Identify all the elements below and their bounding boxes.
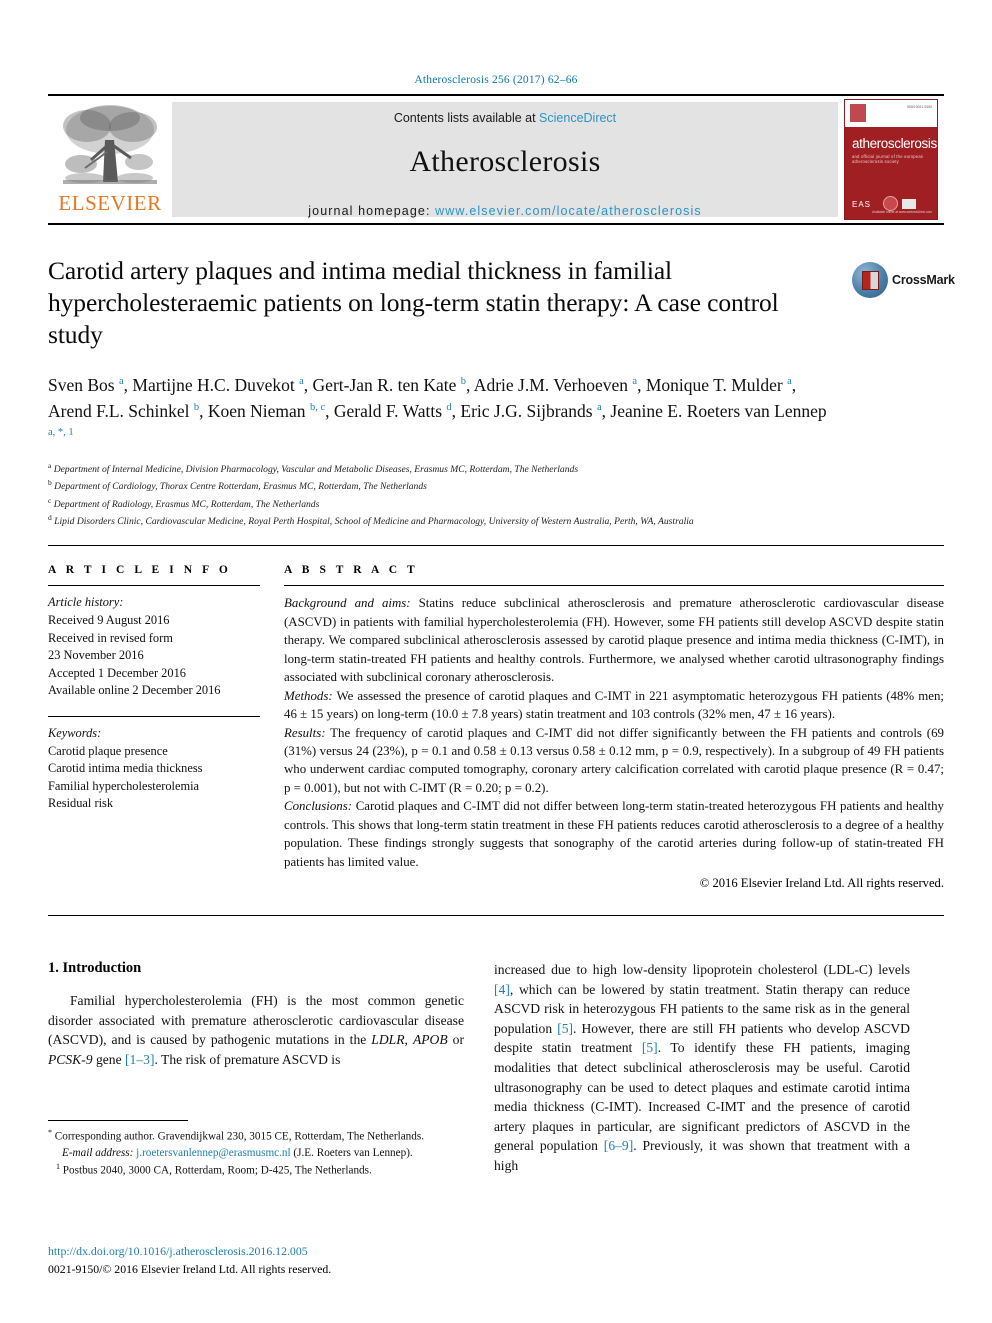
abstract-rule — [284, 585, 944, 587]
affiliation-text: Lipid Disorders Clinic, Cardiovascular M… — [54, 516, 694, 528]
article-history-label: Article history: — [48, 595, 124, 610]
elsevier-logo: ELSEVIER — [48, 96, 172, 223]
issn-copyright-line: 0021-9150/© 2016 Elsevier Ireland Ltd. A… — [48, 1261, 332, 1276]
abstract-section-text: Carotid plaques and C-IMT did not differ… — [284, 799, 944, 869]
crossmark-label: CrossMark — [892, 273, 955, 287]
affiliation-item: a Department of Internal Medicine, Divis… — [48, 460, 878, 477]
journal-title: Atherosclerosis — [409, 145, 601, 178]
elsevier-wordmark: ELSEVIER — [58, 191, 162, 215]
paper-page: Atherosclerosis 256 (2017) 62–66 ELSEVIE… — [0, 0, 992, 1323]
cover-society-label: EAS — [852, 200, 872, 209]
introduction-paragraph-right: increased due to high low-density lipopr… — [494, 962, 911, 1173]
footnote-rule — [48, 1120, 188, 1121]
abstract-section: Methods: We assessed the presence of car… — [284, 687, 944, 724]
abstract-section-label: Methods: — [284, 688, 333, 703]
cover-issn: ISSN 0021-9150 — [906, 105, 932, 109]
affiliation-marker: b — [48, 478, 52, 488]
abstract-section-text: We assessed the presence of carotid plaq… — [284, 688, 944, 722]
history-item: Received 9 August 2016 — [48, 613, 170, 627]
journal-cover-block: ISSN 0021-9150 atherosclerosis and offic… — [838, 96, 944, 223]
abstract-section-text: The frequency of carotid plaques and C-I… — [284, 725, 944, 795]
affiliation-marker: a — [48, 461, 52, 471]
title-area: Carotid artery plaques and intima medial… — [48, 255, 955, 351]
crossmark-circle-icon — [852, 262, 888, 298]
keywords-block: Keywords: Carotid plaque presence Caroti… — [48, 725, 260, 813]
journal-masthead: ELSEVIER Contents lists available at Sci… — [48, 94, 944, 225]
affiliation-item: b Department of Cardiology, Thorax Centr… — [48, 477, 878, 494]
cover-badge-icon — [902, 199, 916, 209]
introduction-heading: 1. Introduction — [48, 960, 142, 977]
corresponding-author-note: * Corresponding author. Gravendijkwal 23… — [48, 1128, 425, 1143]
affiliation-item: c Department of Radiology, Erasmus MC, R… — [48, 495, 878, 512]
doi-link[interactable]: http://dx.doi.org/10.1016/j.atherosclero… — [48, 1243, 508, 1261]
history-item: 23 November 2016 — [48, 648, 144, 663]
sciencedirect-link[interactable]: ScienceDirect — [539, 111, 616, 125]
history-item: Available online 2 December 2016 — [48, 683, 221, 698]
crossmark-badge[interactable]: CrossMark — [852, 257, 955, 303]
article-info-rule — [48, 585, 260, 587]
abstract-body: Background and aims: Statins reduce subc… — [284, 594, 944, 871]
abstract-section-label: Background and aims: — [284, 596, 411, 611]
article-history-block: Article history: Received 9 August 2016 … — [48, 594, 260, 700]
abstract-column: A B S T R A C T Background and aims: Sta… — [284, 564, 944, 891]
cover-footer: Available online at www.sciencedirect.co… — [872, 210, 932, 214]
info-section-bottom-rule — [48, 915, 944, 917]
keywords-rule — [48, 716, 260, 718]
affiliation-item: d Lipid Disorders Clinic, Cardiovascular… — [48, 512, 878, 529]
journal-cover-thumbnail: ISSN 0021-9150 atherosclerosis and offic… — [844, 99, 938, 220]
keyword-item: Familial hypercholesterolemia — [48, 778, 200, 793]
elsevier-tree-icon — [63, 105, 157, 184]
keyword-item: Residual risk — [48, 796, 114, 811]
introduction-paragraph-left: Familial hypercholesterolemia (FH) is th… — [48, 993, 464, 1067]
affiliation-text: Department of Internal Medicine, Divisio… — [53, 464, 579, 476]
abstract-copyright: © 2016 Elsevier Ireland Ltd. All rights … — [699, 876, 944, 891]
abstract-section-label: Results: — [284, 725, 326, 740]
contents-prefix: Contents lists available at — [393, 111, 540, 125]
affiliation-text: Department of Radiology, Erasmus MC, Rot… — [53, 498, 320, 510]
author-list: Sven Bos a, Martijne H.C. Duvekot a, Ger… — [48, 375, 827, 439]
history-item: Received in revised form — [48, 630, 173, 645]
info-abstract-columns: A R T I C L E I N F O Article history: R… — [48, 546, 944, 891]
abstract-section: Results: The frequency of carotid plaque… — [284, 724, 944, 798]
abstract-section-label: Conclusions: — [284, 799, 353, 814]
crossmark-book-icon — [861, 270, 879, 290]
article-info-column: A R T I C L E I N F O Article history: R… — [48, 564, 260, 891]
abstract-heading: A B S T R A C T — [284, 564, 419, 577]
footnote-block: * Corresponding author. Gravendijkwal 23… — [48, 1120, 464, 1179]
affiliation-marker: d — [48, 513, 52, 523]
keyword-item: Carotid intima media thickness — [48, 761, 203, 776]
journal-homepage-link[interactable]: www.elsevier.com/locate/atherosclerosis — [435, 204, 702, 218]
affiliation-list: a Department of Internal Medicine, Divis… — [48, 460, 878, 529]
body-column-right: increased due to high low-density lipopr… — [494, 960, 910, 1175]
history-item: Accepted 1 December 2016 — [48, 665, 186, 680]
cover-subtitle: and official journal of the european ath… — [852, 154, 924, 164]
keyword-item: Carotid plaque presence — [48, 743, 168, 758]
journal-homepage-line: journal homepage: www.elsevier.com/locat… — [308, 204, 701, 218]
running-head: Atherosclerosis 256 (2017) 62–66 — [414, 74, 578, 86]
doi-block: http://dx.doi.org/10.1016/j.atherosclero… — [48, 1243, 508, 1278]
postal-note: 1 Postbus 2040, 3000 CA, Rotterdam, Room… — [56, 1161, 372, 1177]
abstract-section: Conclusions: Carotid plaques and C-IMT d… — [284, 797, 944, 871]
email-note: E-mail address: j.roetersvanlennep@erasm… — [62, 1146, 413, 1159]
cover-society-seal-icon — [883, 196, 898, 211]
affiliation-marker: c — [48, 495, 52, 505]
keywords-label: Keywords: — [48, 726, 102, 741]
article-title: Carotid artery plaques and intima medial… — [48, 256, 779, 350]
contents-line: Contents lists available at ScienceDirec… — [394, 111, 616, 125]
sciencedirect-banner: Contents lists available at ScienceDirec… — [172, 102, 838, 218]
cover-elsevier-mark — [850, 104, 866, 122]
abstract-section: Background and aims: Statins reduce subc… — [284, 594, 944, 686]
article-info-heading: A R T I C L E I N F O — [48, 564, 232, 577]
cover-title: atherosclerosis — [852, 136, 937, 151]
homepage-prefix: journal homepage: — [308, 204, 436, 218]
affiliation-text: Department of Cardiology, Thorax Centre … — [54, 481, 427, 493]
